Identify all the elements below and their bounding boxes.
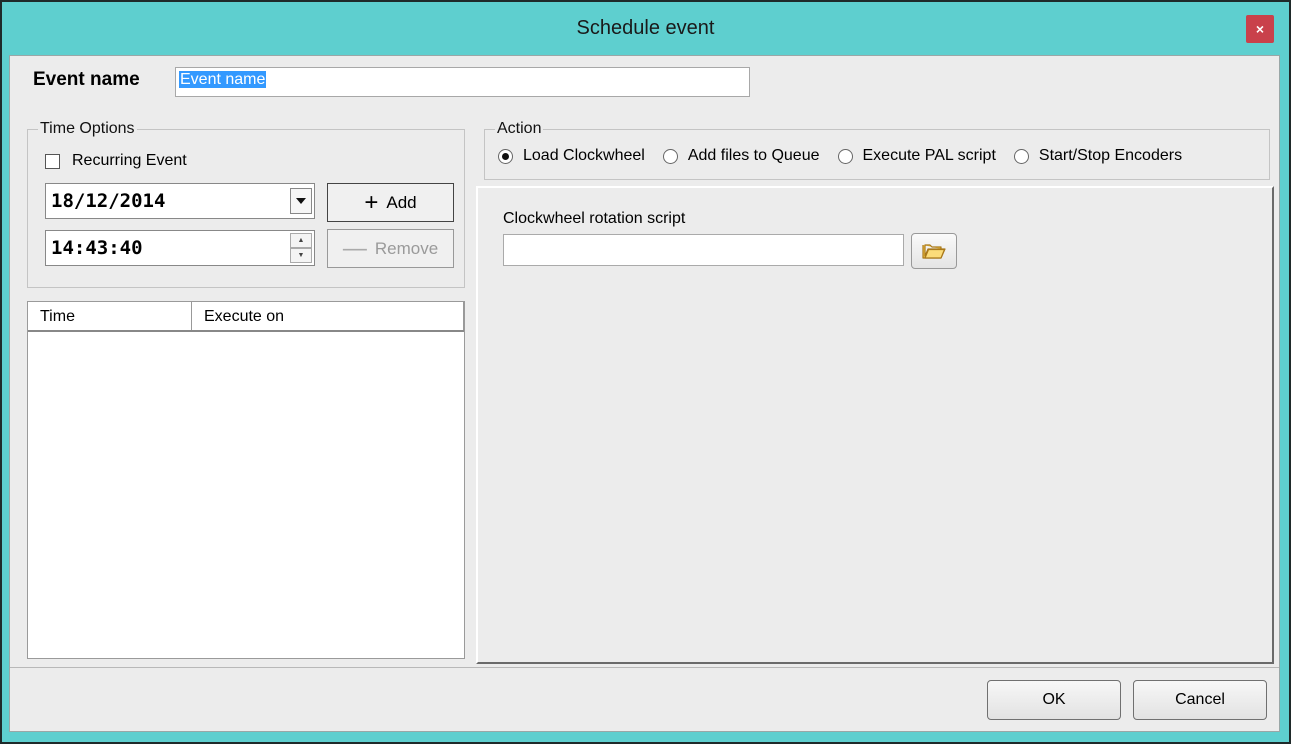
action-radio-group: Load Clockwheel Add files to Queue Execu… bbox=[498, 147, 1182, 165]
recurring-event-label: Recurring Event bbox=[72, 152, 187, 169]
radio-button[interactable] bbox=[837, 148, 853, 164]
title-bar[interactable]: Schedule event × bbox=[2, 2, 1289, 54]
close-button[interactable]: × bbox=[1246, 15, 1274, 43]
browse-button[interactable] bbox=[911, 233, 957, 269]
radio-label: Add files to Queue bbox=[687, 147, 820, 164]
schedule-event-window: Schedule event × Event name Event name T… bbox=[0, 0, 1291, 744]
ok-button[interactable]: OK bbox=[987, 680, 1121, 720]
event-name-value: Event name bbox=[179, 71, 267, 88]
cancel-button[interactable]: Cancel bbox=[1133, 680, 1267, 720]
schedule-list[interactable]: Time Execute on bbox=[27, 301, 465, 659]
radio-execute-pal-script[interactable]: Execute PAL script bbox=[837, 147, 996, 165]
radio-button[interactable] bbox=[662, 148, 678, 164]
radio-label: Start/Stop Encoders bbox=[1038, 147, 1183, 164]
radio-add-files-to-queue[interactable]: Add files to Queue bbox=[662, 147, 820, 165]
column-header-time[interactable]: Time bbox=[28, 302, 192, 330]
radio-load-clockwheel[interactable]: Load Clockwheel bbox=[498, 147, 645, 165]
close-icon: × bbox=[1255, 21, 1265, 37]
add-button[interactable]: + Add bbox=[327, 183, 454, 222]
radio-button[interactable] bbox=[1013, 148, 1029, 164]
remove-button-label: Remove bbox=[374, 238, 439, 258]
plus-icon: + bbox=[364, 188, 379, 216]
checkbox-box[interactable] bbox=[45, 153, 60, 169]
list-header: Time Execute on bbox=[28, 302, 464, 332]
recurring-event-checkbox[interactable]: Recurring Event bbox=[45, 152, 187, 170]
clockwheel-script-input[interactable] bbox=[503, 234, 904, 266]
action-legend: Action bbox=[497, 120, 542, 137]
action-settings-panel: Clockwheel rotation script bbox=[476, 186, 1274, 664]
time-picker[interactable]: 14:43:40 ▲ ▼ bbox=[45, 230, 315, 266]
window-title: Schedule event bbox=[576, 17, 715, 39]
date-value: 18/12/2014 bbox=[51, 190, 166, 212]
time-options-legend: Time Options bbox=[40, 120, 135, 137]
spin-down-icon[interactable]: ▼ bbox=[290, 248, 312, 263]
event-name-input[interactable]: Event name bbox=[175, 67, 750, 97]
folder-icon bbox=[922, 244, 946, 259]
radio-button[interactable] bbox=[498, 148, 513, 164]
radio-label: Load Clockwheel bbox=[523, 147, 645, 164]
radio-start-stop-encoders[interactable]: Start/Stop Encoders bbox=[1013, 147, 1183, 165]
spin-up-icon[interactable]: ▲ bbox=[290, 233, 312, 248]
minus-icon: — bbox=[342, 234, 367, 262]
event-name-label: Event name bbox=[33, 69, 140, 90]
add-button-label: Add bbox=[386, 192, 417, 212]
clockwheel-script-label: Clockwheel rotation script bbox=[503, 210, 686, 227]
dialog-body: Event name Event name Time Options Recur… bbox=[9, 55, 1280, 732]
footer-divider bbox=[10, 667, 1279, 668]
column-header-execute-on[interactable]: Execute on bbox=[192, 302, 464, 330]
radio-label: Execute PAL script bbox=[862, 147, 996, 164]
time-value: 14:43:40 bbox=[51, 237, 143, 259]
chevron-down-icon[interactable] bbox=[290, 188, 312, 214]
date-picker[interactable]: 18/12/2014 bbox=[45, 183, 315, 219]
remove-button[interactable]: — Remove bbox=[327, 229, 454, 268]
